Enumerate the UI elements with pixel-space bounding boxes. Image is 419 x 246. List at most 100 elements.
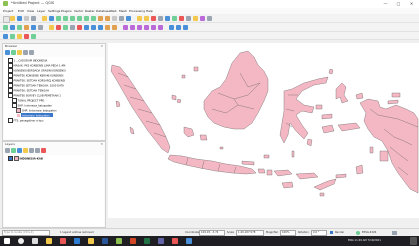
close-button[interactable]: ✕	[405, 0, 418, 8]
layer-checkbox[interactable]	[12, 98, 17, 103]
toolbox-icon[interactable]	[172, 16, 177, 21]
undo-icon[interactable]	[105, 25, 110, 30]
map-tips-icon[interactable]	[193, 16, 198, 21]
delete-selected-icon[interactable]	[77, 25, 82, 30]
layer-item-selected[interactable]: Indonesia_kabupaten	[16, 113, 53, 118]
messages-icon[interactable]	[392, 230, 397, 235]
zoom-next-icon[interactable]	[105, 16, 110, 21]
app-icon-red-2[interactable]	[172, 238, 178, 244]
change-label-icon[interactable]	[158, 25, 163, 30]
collapse-all-icon[interactable]	[23, 50, 28, 55]
add-mesh-layer-icon[interactable]	[17, 34, 22, 39]
layers-close-icon[interactable]: ✕	[100, 142, 103, 146]
layer-item[interactable]: FTS: penagaliran a kpu	[8, 118, 43, 123]
chrome-icon[interactable]	[88, 238, 94, 244]
open-layer-styling-icon[interactable]	[5, 148, 10, 153]
rotate-label-icon[interactable]	[151, 25, 156, 30]
deselect-features-icon[interactable]	[151, 16, 156, 21]
temporal-controller-icon[interactable]	[119, 16, 124, 21]
vertex-tool-icon[interactable]	[70, 25, 75, 30]
notification-icon[interactable]	[410, 237, 417, 245]
add-raster-layer-icon[interactable]	[24, 25, 29, 30]
layer-checkbox[interactable]	[8, 78, 13, 83]
field-calculator-icon[interactable]	[165, 16, 170, 21]
add-postgis-layer-icon[interactable]	[3, 34, 8, 39]
word-icon[interactable]	[102, 238, 108, 244]
map-canvas[interactable]	[108, 43, 419, 218]
layer-item[interactable]: INDONESIA-KAB	[8, 156, 43, 161]
add-group-icon[interactable]	[11, 148, 16, 153]
zoom-rubber-band-icon[interactable]	[70, 16, 75, 21]
browser-close-icon[interactable]: ✕	[100, 44, 103, 48]
menu-layer[interactable]: Layer	[37, 9, 45, 13]
menu-edit[interactable]: Edit	[18, 9, 24, 13]
menu-plugins[interactable]: Plugins	[61, 9, 72, 13]
measure-line-icon[interactable]	[186, 16, 191, 21]
styling-manager-icon[interactable]	[207, 16, 212, 21]
new-layer-icon[interactable]	[31, 34, 36, 39]
add-feature-icon[interactable]	[63, 25, 68, 30]
layer-checkbox[interactable]	[8, 83, 13, 88]
select-features-icon[interactable]	[144, 16, 149, 21]
menu-help[interactable]: Help	[146, 9, 153, 13]
zoom-last-icon[interactable]	[98, 16, 103, 21]
pan-tool-icon[interactable]	[42, 16, 47, 21]
add-csv-layer-icon[interactable]	[31, 25, 36, 30]
help-contents-icon[interactable]	[183, 25, 188, 30]
add-spatialite-layer-icon[interactable]	[10, 34, 15, 39]
task-view-icon[interactable]	[32, 238, 38, 244]
crs-label[interactable]: EPSG:4326	[362, 231, 376, 234]
label-tool-icon[interactable]	[123, 25, 128, 30]
save-project-icon[interactable]	[17, 16, 22, 21]
crs-globe-icon[interactable]	[356, 230, 360, 235]
show-hide-labels-icon[interactable]	[137, 25, 142, 30]
new-map-view-icon[interactable]	[112, 16, 117, 21]
copy-features-icon[interactable]	[91, 25, 96, 30]
cut-features-icon[interactable]	[84, 25, 89, 30]
app-icon-blue[interactable]	[186, 238, 192, 244]
add-selected-layers-icon[interactable]	[5, 50, 10, 55]
layer-item[interactable]: PRAKTEK: SETDAH KORSARCJ KONSENSI	[8, 78, 65, 83]
zoom-to-selection-icon[interactable]	[84, 16, 89, 21]
data-source-manager-icon[interactable]	[10, 25, 15, 30]
digitize-icon[interactable]	[3, 25, 8, 30]
collapse-all-layers-icon[interactable]	[35, 148, 40, 153]
pin-labels-icon[interactable]	[130, 25, 135, 30]
layer-item[interactable]: SHP: Indonesia_kabupaten	[16, 108, 57, 113]
refresh-browser-icon[interactable]	[11, 50, 16, 55]
identify-features-icon[interactable]	[137, 16, 142, 21]
system-tray-clock[interactable]: ENG 11:49 AM 7/19/2021	[348, 239, 381, 242]
add-wms-layer-icon[interactable]	[38, 25, 43, 30]
app-icon-red[interactable]	[60, 238, 66, 244]
enable-properties-icon[interactable]	[29, 50, 34, 55]
menu-mesh[interactable]: Mesh	[119, 9, 127, 13]
refresh-icon[interactable]	[126, 16, 131, 21]
teams-icon[interactable]	[158, 238, 164, 244]
maximize-button[interactable]: □	[392, 0, 405, 8]
render-checkbox[interactable]	[330, 231, 333, 234]
layer-item[interactable]: MASAK: PKS KONSENSI LIMA PEDA 1:4M	[8, 63, 65, 68]
layer-item[interactable]: PRAKTEK SETDAH TENGAH: 1000 DATA	[8, 83, 64, 88]
layer-checkbox[interactable]	[8, 73, 13, 78]
layer-item[interactable]: 1 ...CADGRUM INDONESIA	[8, 58, 47, 63]
layer-checkbox[interactable]	[8, 68, 13, 73]
zoom-to-layer-icon[interactable]	[91, 16, 96, 21]
plugin-manager-icon[interactable]	[176, 25, 181, 30]
move-label-icon[interactable]	[144, 25, 149, 30]
filter-legend-icon[interactable]	[23, 148, 28, 153]
layer-item[interactable]: KONSENSI BERDADA GRASINI KONSENSI	[8, 68, 66, 73]
layout-manager-icon[interactable]	[31, 16, 36, 21]
menu-raster[interactable]: Raster	[85, 9, 95, 13]
layer-item[interactable]: PRAKTEK KONSENSI KBRANI KONSENSI	[8, 73, 63, 78]
expand-all-icon[interactable]	[29, 148, 34, 153]
layer-item[interactable]: PRAKTEK SURVEY CLUB PEMETAAN 1	[8, 93, 61, 98]
zoom-out-icon[interactable]	[63, 16, 68, 21]
layer-item[interactable]: SHP: Indonesia_kabupaten	[12, 103, 52, 108]
remove-layer-icon[interactable]	[41, 148, 46, 153]
layer-checkbox[interactable]	[8, 63, 13, 68]
menu-web[interactable]: Web	[110, 9, 117, 13]
menu-view[interactable]: View	[27, 9, 34, 13]
menu-database[interactable]: Database	[96, 9, 110, 13]
menu-processing[interactable]: Processing	[129, 9, 145, 13]
print-layout-icon[interactable]	[24, 16, 29, 21]
